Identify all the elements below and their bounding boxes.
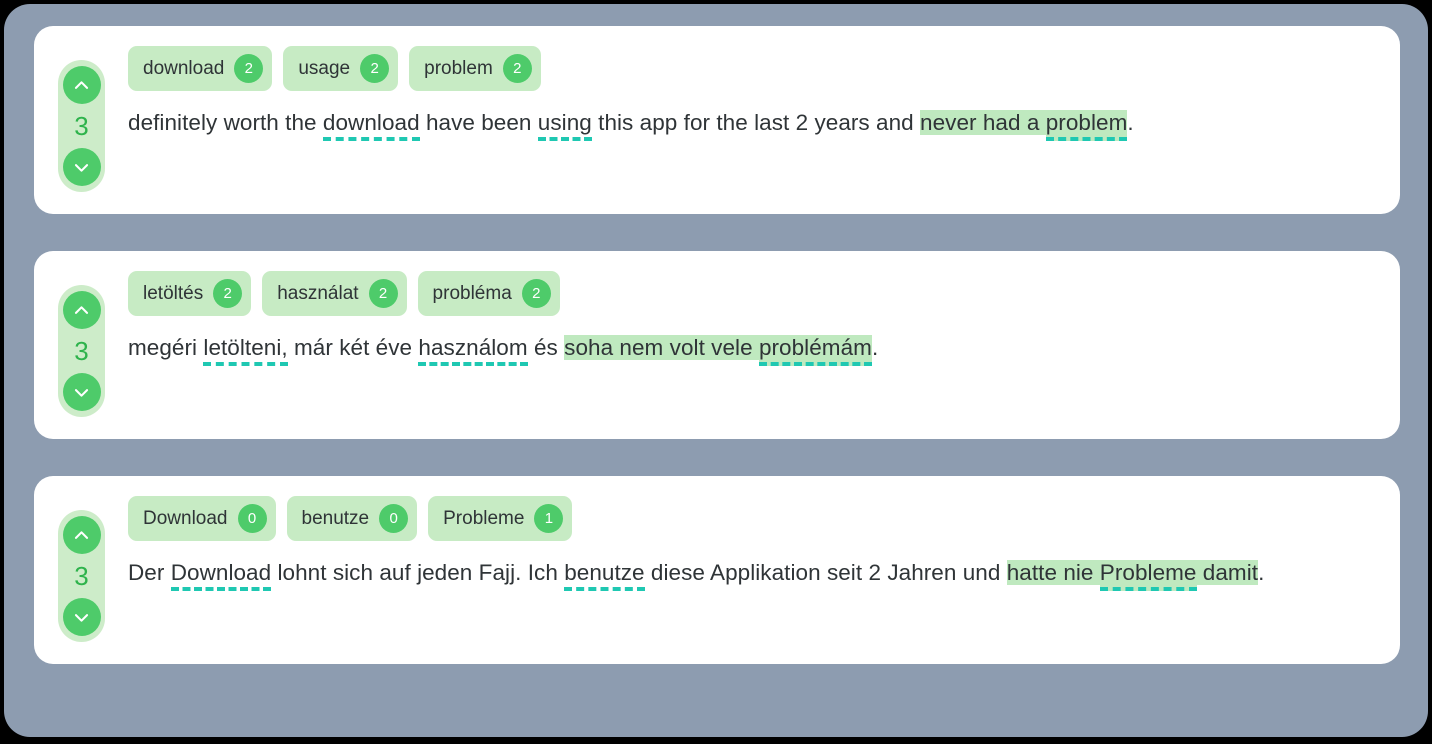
sentence-text: . (871, 335, 879, 360)
aspect-chip-list: Download 0 benutze 0 Probleme 1 (128, 496, 1376, 541)
sentence-text: have been (419, 110, 538, 135)
sentence-text: lohnt sich auf jeden Fajj. Ich (271, 560, 565, 585)
review-sentence: definitely worth the download have been … (128, 103, 1376, 144)
highlighted-term: Download (170, 560, 272, 591)
review-card: 3 download 2 usage 2 problem 2 definitely worth… (34, 26, 1400, 214)
highlighted-term: benutze (564, 560, 645, 591)
highlighted-term: download (322, 110, 420, 141)
aspect-chip-list: letöltés 2 használat 2 probléma 2 (128, 271, 1376, 316)
aspect-chip[interactable]: download 2 (128, 46, 273, 91)
aspect-chip-label: letöltés (143, 283, 204, 304)
highlighted-phrase: damit (1196, 560, 1259, 585)
review-card-list: 3 download 2 usage 2 problem 2 definitely worth… (34, 26, 1400, 664)
review-card: 3 Download 0 benutze 0 Probleme 1 Der Download … (34, 476, 1400, 664)
aspect-chip-label: problem (424, 58, 493, 79)
highlighted-phrase: never had a (920, 110, 1046, 135)
downvote-button[interactable] (62, 148, 101, 186)
review-card: 3 letöltés 2 használat 2 probléma 2 megéri letö… (34, 251, 1400, 439)
highlighted-term: problémám (758, 335, 872, 366)
aspect-chip-count-badge: 2 (521, 279, 551, 308)
upvote-button[interactable] (62, 516, 101, 554)
aspect-chip-label: benutze (301, 508, 370, 529)
vote-count: 3 (74, 336, 89, 366)
aspect-chip[interactable]: Download 0 (128, 496, 276, 541)
aspect-chip-label: használat (277, 283, 359, 304)
aspect-chip-count-badge: 2 (213, 279, 243, 308)
highlighted-term: using (537, 110, 592, 141)
review-sentence: Der Download lohnt sich auf jeden Fajj. … (128, 553, 1376, 594)
sentence-text: . (1258, 560, 1265, 585)
sentence-text: megéri (128, 335, 204, 360)
aspect-chip-label: download (143, 58, 225, 79)
aspect-chip[interactable]: használat 2 (262, 271, 407, 316)
card-body: Download 0 benutze 0 Probleme 1 Der Download l… (128, 496, 1376, 594)
chevron-up-icon (72, 76, 91, 95)
aspect-chip-label: usage (298, 58, 351, 79)
vote-count: 3 (74, 561, 89, 591)
vote-count: 3 (74, 111, 89, 141)
highlighted-term: Probleme (1099, 560, 1197, 591)
aspect-chip[interactable]: usage 2 (283, 46, 399, 91)
upvote-button[interactable] (62, 66, 101, 104)
aspect-chip[interactable]: problem 2 (409, 46, 541, 91)
aspect-chip-count-badge: 0 (237, 504, 267, 533)
highlighted-phrase: hatte nie (1006, 560, 1100, 585)
downvote-button[interactable] (62, 598, 101, 636)
highlighted-term: problem (1045, 110, 1128, 141)
aspect-chip[interactable]: Probleme 1 (428, 496, 573, 541)
vote-widget: 3 (58, 285, 105, 417)
aspect-chip-label: Probleme (443, 508, 525, 529)
aspect-chip-label: Download (143, 508, 228, 529)
aspect-chip-count-badge: 2 (502, 54, 532, 83)
aspect-chip-label: probléma (432, 283, 512, 304)
aspect-chip-count-badge: 2 (360, 54, 390, 83)
sentence-text: definitely worth the (128, 110, 323, 135)
sentence-text: Der (128, 560, 171, 585)
aspect-chip-count-badge: 1 (534, 504, 564, 533)
review-sentence: megéri letölteni, már két éve használom … (128, 328, 1376, 369)
card-body: letöltés 2 használat 2 probléma 2 megéri letöl… (128, 271, 1376, 369)
page-background: 3 download 2 usage 2 problem 2 definitely worth… (4, 4, 1428, 737)
vote-widget: 3 (58, 60, 105, 192)
aspect-chip-count-badge: 2 (234, 54, 264, 83)
upvote-button[interactable] (62, 291, 101, 329)
sentence-text: this app for the last 2 years and (591, 110, 921, 135)
chevron-down-icon (72, 608, 91, 627)
highlighted-term: letölteni, (203, 335, 288, 366)
chevron-down-icon (72, 158, 91, 177)
chevron-up-icon (72, 526, 91, 545)
aspect-chip[interactable]: probléma 2 (417, 271, 560, 316)
card-body: download 2 usage 2 problem 2 definitely worth … (128, 46, 1376, 144)
aspect-chip-count-badge: 0 (379, 504, 409, 533)
vote-widget: 3 (58, 510, 105, 642)
sentence-text: diese Applikation seit 2 Jahren und (644, 560, 1007, 585)
sentence-text: és (527, 335, 565, 360)
downvote-button[interactable] (62, 373, 101, 411)
aspect-chip[interactable]: benutze 0 (286, 496, 418, 541)
sentence-text: . (1127, 110, 1134, 135)
chevron-up-icon (72, 301, 91, 320)
aspect-chip-count-badge: 2 (368, 279, 398, 308)
sentence-text: már két éve (287, 335, 419, 360)
highlighted-phrase: soha nem volt vele (564, 335, 759, 360)
highlighted-term: használom (418, 335, 528, 366)
aspect-chip[interactable]: letöltés 2 (128, 271, 252, 316)
chevron-down-icon (72, 383, 91, 402)
aspect-chip-list: download 2 usage 2 problem 2 (128, 46, 1376, 91)
